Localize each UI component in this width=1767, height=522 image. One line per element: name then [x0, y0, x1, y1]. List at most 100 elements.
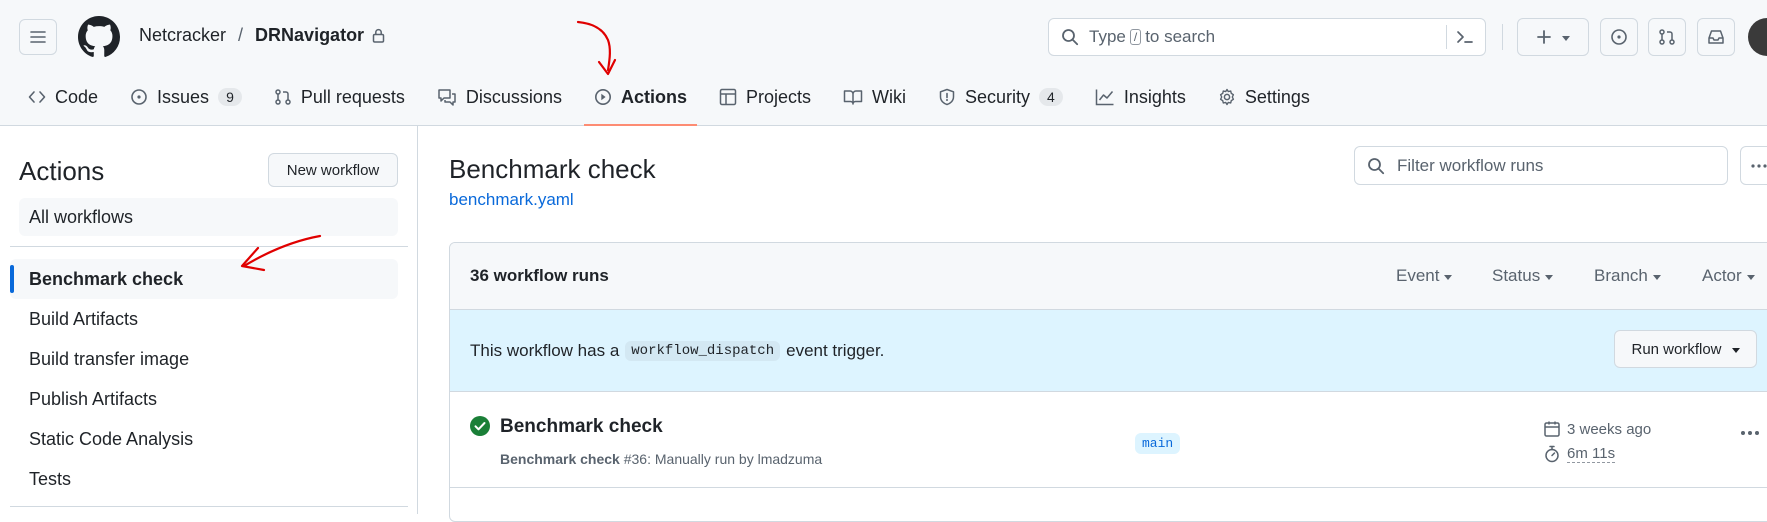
chevron-down-icon: [1545, 274, 1554, 280]
repo-header: Netcracker / DRNavigator Type / to searc…: [0, 0, 1767, 126]
search-placeholder: Type / to search: [1089, 27, 1215, 47]
gear-icon: [1219, 88, 1234, 106]
event-filter-label: Event: [1396, 266, 1440, 285]
branch-filter-label: Branch: [1594, 266, 1648, 285]
repo-nav-tabs: Code Issues 9 Pull requests Discussions …: [18, 76, 1332, 126]
search-shortcut-key: /: [1129, 29, 1142, 45]
lock-icon: [372, 28, 385, 43]
kebab-horizontal-icon: [1751, 163, 1767, 168]
tab-discussions-label: Discussions: [465, 86, 562, 107]
tab-projects[interactable]: Projects: [709, 76, 821, 118]
issues-count-badge: 9: [218, 88, 242, 106]
more-options-button[interactable]: [1740, 146, 1767, 185]
run-meta-detail: #36: Manually run by lmadzuma: [623, 451, 823, 467]
run-duration: 6m 11s: [1543, 445, 1616, 463]
book-icon: [843, 90, 863, 105]
tab-code[interactable]: Code: [18, 76, 108, 118]
run-date: 3 weeks ago: [1543, 420, 1651, 438]
workflow-file-link[interactable]: benchmark.yaml: [449, 190, 574, 210]
chevron-down-icon: [1562, 35, 1570, 41]
header-divider: [1502, 24, 1503, 50]
runs-box-header: 36 workflow runs Event Status Branch Act…: [450, 243, 1767, 310]
security-count-badge: 4: [1039, 88, 1063, 106]
success-check-icon: [470, 416, 490, 436]
chevron-down-icon: [1731, 347, 1740, 353]
chevron-down-icon: [1652, 274, 1661, 280]
tab-pull-requests[interactable]: Pull requests: [264, 76, 415, 118]
command-palette-icon[interactable]: [1455, 27, 1475, 47]
github-logo-icon[interactable]: [78, 16, 120, 58]
actor-filter-dropdown[interactable]: Actor: [1702, 266, 1755, 286]
create-new-button[interactable]: [1517, 18, 1589, 56]
run-workflow-button[interactable]: Run workflow: [1614, 330, 1757, 368]
dispatch-text-end: event trigger.: [786, 340, 885, 360]
tab-security[interactable]: Security 4: [928, 76, 1073, 118]
search-placeholder-end: to search: [1145, 27, 1216, 46]
run-workflow-label: Run workflow: [1631, 340, 1722, 358]
kebab-horizontal-icon[interactable]: [1740, 430, 1760, 436]
tab-insights[interactable]: Insights: [1085, 76, 1196, 118]
dispatch-code: workflow_dispatch: [625, 340, 781, 361]
chevron-down-icon: [1444, 274, 1453, 280]
tab-code-label: Code: [55, 86, 99, 107]
global-search-input[interactable]: Type / to search: [1048, 18, 1486, 56]
code-icon: [28, 91, 46, 103]
shield-icon: [939, 88, 955, 106]
search-divider: [1446, 25, 1447, 49]
filter-workflow-runs-input[interactable]: Filter workflow runs: [1354, 146, 1728, 185]
event-filter-dropdown[interactable]: Event: [1396, 266, 1453, 286]
search-icon: [1368, 157, 1385, 174]
tab-settings-label: Settings: [1244, 86, 1310, 107]
branch-filter-dropdown[interactable]: Branch: [1594, 266, 1661, 286]
search-placeholder-start: Type: [1089, 27, 1126, 46]
play-icon: [594, 89, 611, 105]
hamburger-menu-button[interactable]: [19, 19, 57, 55]
filter-placeholder: Filter workflow runs: [1397, 155, 1544, 175]
discussion-icon: [438, 89, 456, 106]
dispatch-text-start: This workflow has a: [470, 340, 620, 360]
pull-request-icon: [275, 89, 291, 105]
status-filter-label: Status: [1492, 266, 1541, 285]
tab-insights-label: Insights: [1123, 86, 1186, 107]
tab-actions-label: Actions: [620, 86, 687, 107]
tab-pull-requests-label: Pull requests: [300, 86, 405, 107]
branch-label[interactable]: main: [1135, 433, 1181, 454]
status-filter-dropdown[interactable]: Status: [1492, 266, 1554, 286]
table-row[interactable]: Benchmark check Benchmark check #36: Man…: [450, 392, 1767, 488]
chevron-down-icon: [1746, 274, 1755, 280]
tab-security-label: Security: [965, 86, 1031, 107]
tab-settings[interactable]: Settings: [1208, 76, 1320, 118]
run-duration-text: 6m 11s: [1567, 445, 1616, 463]
plus-icon: [1537, 30, 1551, 44]
issue-icon: [1611, 29, 1627, 45]
dispatch-banner: This workflow has a workflow_dispatch ev…: [450, 310, 1767, 392]
run-meta: Benchmark check #36: Manually run by lma…: [500, 451, 822, 467]
main-content: Benchmark check benchmark.yaml Filter wo…: [0, 126, 1767, 522]
page-title: Benchmark check: [449, 154, 656, 184]
run-date-text: 3 weeks ago: [1567, 420, 1652, 438]
tab-wiki-label: Wiki: [872, 86, 906, 107]
tab-issues[interactable]: Issues 9: [120, 76, 252, 118]
repo-owner-link[interactable]: Netcracker: [139, 25, 226, 46]
calendar-icon: [1544, 421, 1560, 437]
runs-count: 36 workflow runs: [470, 266, 609, 285]
tab-discussions[interactable]: Discussions: [427, 76, 572, 118]
pull-requests-button[interactable]: [1648, 18, 1686, 56]
pull-request-icon: [1659, 29, 1675, 45]
repo-name-link[interactable]: DRNavigator: [255, 25, 364, 46]
graph-icon: [1095, 89, 1114, 106]
run-meta-workflow: Benchmark check: [500, 451, 620, 467]
dispatch-message: This workflow has a workflow_dispatch ev…: [470, 340, 885, 361]
breadcrumb-separator: /: [238, 25, 244, 45]
stopwatch-icon: [1545, 445, 1559, 463]
search-icon: [1062, 29, 1079, 46]
run-title-link[interactable]: Benchmark check: [500, 416, 663, 438]
issues-button[interactable]: [1600, 18, 1638, 56]
inbox-button[interactable]: [1697, 18, 1735, 56]
tab-wiki[interactable]: Wiki: [833, 76, 916, 118]
avatar[interactable]: [1748, 18, 1767, 56]
tab-projects-label: Projects: [745, 86, 811, 107]
breadcrumb: Netcracker / DRNavigator: [139, 25, 385, 46]
issue-icon: [131, 89, 147, 105]
tab-actions[interactable]: Actions: [583, 76, 697, 126]
